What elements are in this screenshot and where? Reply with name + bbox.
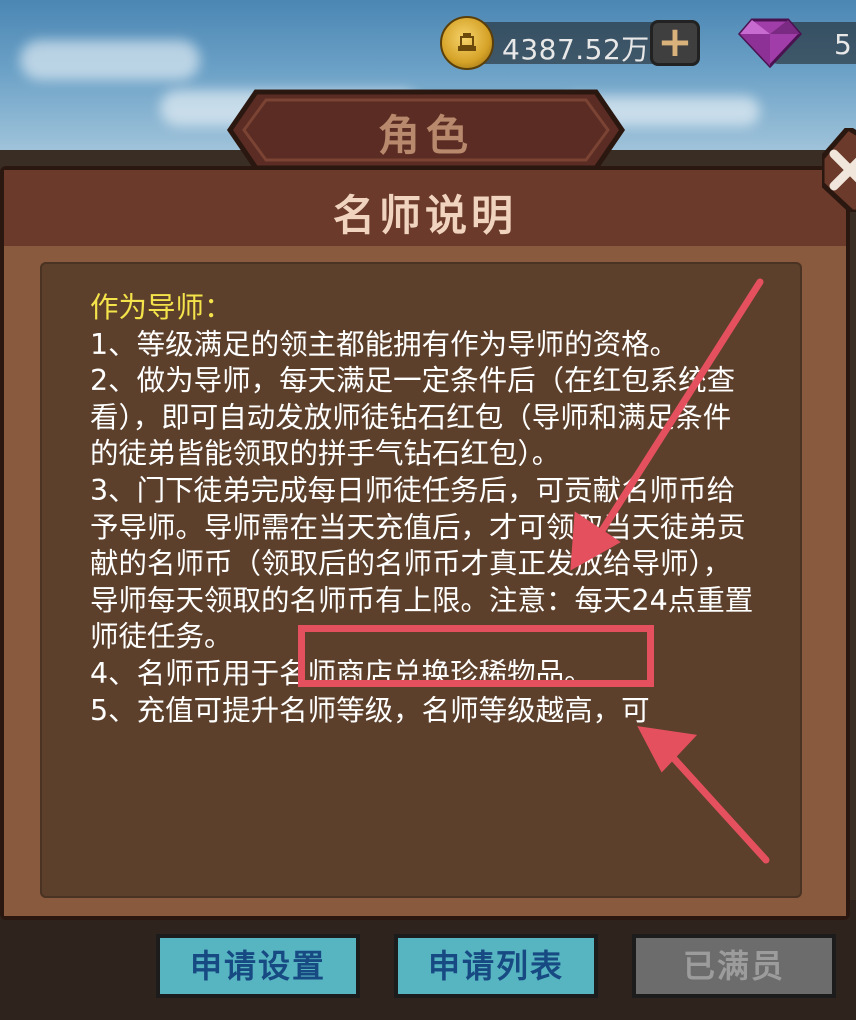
gem-icon	[738, 18, 802, 68]
description-heading: 作为导师：	[90, 291, 233, 324]
gold-amount: 4387.52万	[502, 33, 650, 66]
coin-icon	[440, 16, 494, 70]
gold-currency: 4387.52万 +	[440, 14, 706, 72]
rule-5: 5、充值可提升名师等级，名师等级越高，可	[90, 693, 650, 727]
description-text[interactable]: 作为导师： 1、等级满足的领主都能拥有作为导师的资格。 2、做为导师，每天满足一…	[90, 290, 758, 876]
add-gold-button[interactable]: +	[650, 20, 700, 66]
dialog-title: 名师说明	[332, 191, 517, 240]
full-button[interactable]: 已满员	[632, 934, 836, 998]
gem-currency: 5	[738, 14, 856, 72]
gem-amount: 5	[834, 28, 852, 61]
apply-settings-button[interactable]: 申请设置	[156, 934, 360, 998]
tab-role[interactable]: 角色	[226, 88, 626, 172]
close-button[interactable]	[819, 124, 856, 215]
close-icon	[819, 124, 856, 215]
dialog-title-bar: 名师说明	[4, 170, 846, 246]
highlight-box	[298, 625, 654, 687]
apply-list-button[interactable]: 申请列表	[394, 934, 598, 998]
plus-icon: +	[657, 17, 693, 66]
rule-1: 1、等级满足的领主都能拥有作为导师的资格。	[90, 327, 679, 361]
role-tab-label: 角色	[377, 111, 474, 160]
rule-2: 2、做为导师，每天满足一定条件后（在红包系统查看），即可自动发放师徒钻石红包（导…	[90, 364, 736, 471]
